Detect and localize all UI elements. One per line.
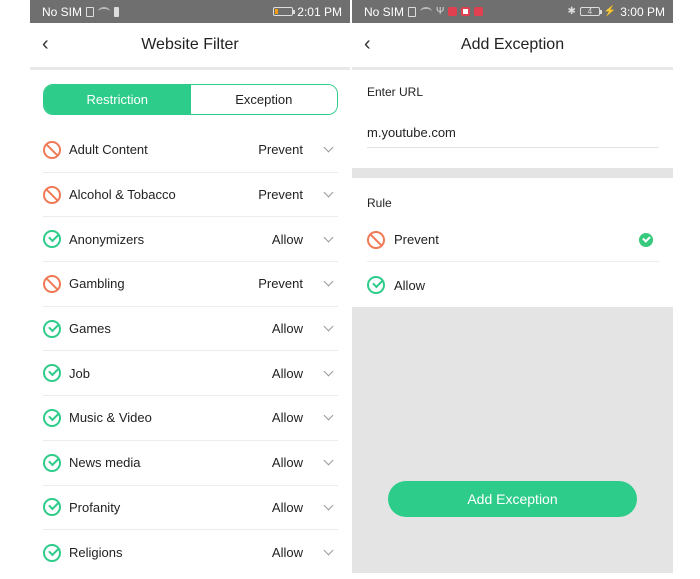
chevron-down-icon[interactable] bbox=[323, 276, 334, 287]
chevron-left-icon[interactable]: ‹ bbox=[364, 33, 371, 56]
carrier-text: No SIM bbox=[42, 4, 83, 19]
maps-notification-icon bbox=[461, 7, 471, 16]
add-exception-screen: No SIM Ψ ✱ 4 ⚡ 3:00 PM ‹ Add Exception E… bbox=[352, 0, 673, 573]
chevron-down-icon[interactable] bbox=[323, 366, 334, 377]
tab-exception[interactable]: Exception bbox=[190, 85, 337, 114]
category-name: Religions bbox=[69, 545, 123, 561]
wifi-icon bbox=[98, 7, 111, 16]
chevron-down-icon[interactable] bbox=[323, 545, 334, 556]
category-row[interactable]: Job Allow bbox=[43, 351, 338, 397]
category-status[interactable]: Allow bbox=[233, 232, 303, 247]
allow-icon bbox=[43, 498, 61, 517]
allow-icon bbox=[43, 543, 61, 562]
allow-icon bbox=[43, 319, 61, 338]
allow-icon bbox=[43, 408, 61, 427]
allow-icon bbox=[43, 364, 61, 383]
prevent-icon bbox=[43, 274, 61, 293]
category-row[interactable]: Religions Allow bbox=[43, 530, 338, 575]
chevron-down-icon[interactable] bbox=[323, 142, 334, 153]
header: ‹ Add Exception bbox=[352, 23, 673, 67]
category-status[interactable]: Prevent bbox=[233, 187, 303, 202]
allow-icon bbox=[367, 276, 385, 294]
section-divider bbox=[352, 168, 673, 178]
category-status[interactable]: Allow bbox=[233, 500, 303, 515]
chevron-left-icon[interactable]: ‹ bbox=[42, 33, 49, 56]
page-title: Add Exception bbox=[460, 36, 565, 53]
category-row[interactable]: Music & Video Allow bbox=[43, 396, 338, 441]
divider bbox=[30, 67, 350, 70]
storage-icon bbox=[114, 6, 120, 17]
chevron-down-icon[interactable] bbox=[323, 187, 334, 198]
clock: 2:01 PM bbox=[297, 4, 342, 19]
category-name: Music & Video bbox=[69, 410, 152, 426]
chevron-down-icon[interactable] bbox=[323, 411, 334, 421]
category-status[interactable]: Prevent bbox=[233, 142, 303, 157]
battery-icon: 4 bbox=[579, 7, 602, 16]
chevron-down-icon[interactable] bbox=[323, 321, 334, 332]
category-status[interactable]: Allow bbox=[233, 545, 303, 560]
rule-option-allow[interactable]: Allow bbox=[367, 263, 659, 307]
url-label: Enter URL bbox=[367, 85, 424, 99]
divider bbox=[352, 67, 673, 70]
tab-restriction[interactable]: Restriction bbox=[44, 85, 191, 114]
allow-icon bbox=[43, 230, 61, 249]
rule-name: Allow bbox=[394, 277, 426, 293]
battery-level: 4 bbox=[587, 7, 593, 16]
chevron-down-icon[interactable] bbox=[323, 232, 334, 243]
allow-icon bbox=[43, 453, 61, 472]
prevent-icon bbox=[367, 230, 385, 249]
wifi-icon bbox=[420, 7, 433, 16]
category-name: Alcohol & Tobacco bbox=[69, 187, 176, 203]
category-status[interactable]: Allow bbox=[233, 455, 303, 470]
rule-name: Prevent bbox=[394, 232, 439, 247]
status-bar: No SIM Ψ ✱ 4 ⚡ 3:00 PM bbox=[352, 0, 673, 23]
prevent-icon bbox=[43, 140, 61, 159]
category-status[interactable]: Allow bbox=[233, 366, 303, 381]
page-title: Website Filter bbox=[141, 36, 239, 53]
status-bar: No SIM 2:01 PM bbox=[30, 0, 350, 23]
category-name: Adult Content bbox=[69, 142, 148, 158]
battery-icon bbox=[273, 7, 296, 16]
notification-icon bbox=[448, 7, 458, 16]
rule-label: Rule bbox=[367, 196, 392, 210]
clock: 3:00 PM bbox=[620, 4, 665, 19]
add-exception-button[interactable]: Add Exception bbox=[388, 481, 637, 517]
chevron-down-icon[interactable] bbox=[323, 455, 334, 466]
category-row[interactable]: Alcohol & Tobacco Prevent bbox=[43, 173, 338, 218]
website-filter-screen: No SIM 2:01 PM ‹ Website Filter Restrict… bbox=[30, 0, 350, 579]
chevron-down-icon[interactable] bbox=[323, 500, 334, 511]
category-status[interactable]: Allow bbox=[233, 321, 303, 336]
bluetooth-icon: ✱ bbox=[567, 5, 576, 17]
usb-icon: Ψ bbox=[436, 5, 445, 17]
category-name: Anonymizers bbox=[69, 231, 145, 247]
carrier-text: No SIM bbox=[364, 4, 405, 19]
selected-check-icon bbox=[639, 232, 653, 247]
rule-option-prevent[interactable]: Prevent bbox=[367, 218, 659, 262]
category-name: News media bbox=[69, 455, 141, 471]
charging-icon: ⚡ bbox=[603, 5, 617, 17]
sim-icon bbox=[86, 6, 95, 17]
category-row[interactable]: News media Allow bbox=[43, 441, 338, 486]
tab-bar: Restriction Exception bbox=[43, 84, 338, 115]
header: ‹ Website Filter bbox=[30, 23, 350, 67]
category-row[interactable]: Games Allow bbox=[43, 307, 338, 352]
url-input[interactable] bbox=[367, 118, 659, 148]
notification-icon bbox=[474, 7, 484, 16]
category-list: Adult Content Prevent Alcohol & Tobacco Pre… bbox=[43, 128, 338, 575]
category-name: Games bbox=[69, 321, 111, 337]
category-name: Profanity bbox=[69, 499, 121, 515]
gray-background bbox=[352, 307, 673, 573]
category-row[interactable]: Anonymizers Allow bbox=[43, 217, 338, 263]
category-name: Gambling bbox=[69, 276, 125, 292]
category-row[interactable]: Adult Content Prevent bbox=[43, 128, 338, 173]
category-row[interactable]: Profanity Allow bbox=[43, 486, 338, 531]
sim-icon bbox=[408, 6, 417, 17]
category-status[interactable]: Prevent bbox=[233, 276, 303, 291]
category-row[interactable]: Gambling Prevent bbox=[43, 262, 338, 307]
category-name: Job bbox=[69, 365, 90, 381]
category-status[interactable]: Allow bbox=[233, 410, 303, 425]
prevent-icon bbox=[43, 185, 61, 204]
